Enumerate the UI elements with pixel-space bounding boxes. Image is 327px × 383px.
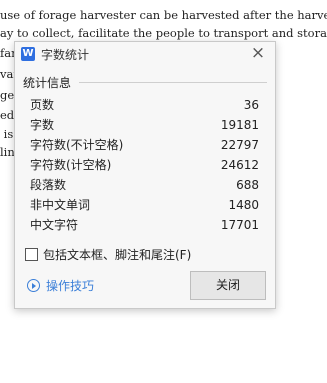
wps-writer-icon: W xyxy=(21,47,35,61)
stat-row-pages: 页数 36 xyxy=(30,95,259,115)
document-text-line: use of forage harvester can be harvested… xyxy=(0,8,327,22)
stat-value: 17701 xyxy=(220,218,259,232)
stat-value: 36 xyxy=(243,98,259,112)
stat-value: 22797 xyxy=(220,138,259,152)
stat-label: 段落数 xyxy=(30,178,67,192)
stat-label: 中文字符 xyxy=(30,218,79,232)
stat-row-paragraphs: 段落数 688 xyxy=(30,175,259,195)
stat-value: 1480 xyxy=(228,198,259,212)
stat-row-chars-no-spaces: 字符数(不计空格) 22797 xyxy=(30,135,259,155)
checkbox-box[interactable] xyxy=(25,248,38,261)
document-text-line: ay to collect, facilitate the people to … xyxy=(0,26,327,40)
tips-label[interactable]: 操作技巧 xyxy=(46,277,94,294)
stat-row-chinese-chars: 中文字符 17701 xyxy=(30,215,259,235)
statistics-section-label: 统计信息 xyxy=(23,76,72,90)
stat-label: 字符数(计空格) xyxy=(30,158,112,172)
word-count-dialog: W 字数统计 × 统计信息 页数 36 字数 19181 字符数(不计空格) 2… xyxy=(14,41,276,309)
stat-row-non-chinese-words: 非中文单词 1480 xyxy=(30,195,259,215)
stat-value: 688 xyxy=(236,178,259,192)
play-circle-icon[interactable] xyxy=(27,279,40,292)
stat-value: 24612 xyxy=(220,158,259,172)
stat-value: 19181 xyxy=(220,118,259,132)
stat-label: 字数 xyxy=(30,118,55,132)
stat-row-words: 字数 19181 xyxy=(30,115,259,135)
stat-label: 页数 xyxy=(30,98,55,112)
checkbox-label[interactable]: 包括文本框、脚注和尾注(F) xyxy=(43,246,191,263)
close-icon[interactable]: × xyxy=(249,44,267,62)
dialog-titlebar[interactable]: W 字数统计 × xyxy=(15,42,275,66)
dialog-title: 字数统计 xyxy=(41,48,90,62)
stat-row-chars-with-spaces: 字符数(计空格) 24612 xyxy=(30,155,259,175)
stat-label: 字符数(不计空格) xyxy=(30,138,124,152)
close-button[interactable]: 关闭 xyxy=(190,271,266,300)
section-divider xyxy=(79,82,267,83)
stat-label: 非中文单词 xyxy=(30,198,91,212)
